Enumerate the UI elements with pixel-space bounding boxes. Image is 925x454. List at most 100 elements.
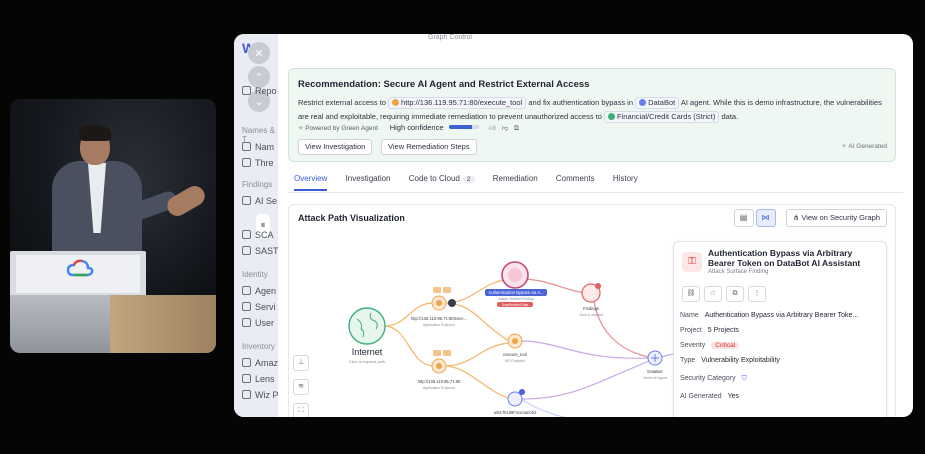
endpoint-icon (392, 99, 400, 106)
share-icon[interactable]: ⧉ (726, 286, 744, 302)
sparkle-icon: ✧ (298, 125, 304, 132)
svg-text:Click to expand: Click to expand (579, 313, 603, 317)
hierarchy-icon[interactable]: ⊥ (293, 355, 309, 371)
close-icon[interactable]: ✕ (248, 42, 270, 64)
svg-text:DataBot: DataBot (647, 369, 663, 374)
sidebar-item-users[interactable]: User (242, 318, 274, 328)
endpoint-chip[interactable]: http://136.119.95.71:80/execute_tool (388, 97, 527, 109)
finding-subtitle: Attack Surface Finding (708, 269, 769, 275)
svg-text:Attack Surface Finding: Attack Surface Finding (498, 297, 533, 301)
agent-chip[interactable]: DataBot (635, 97, 680, 109)
star-icon[interactable]: ☆ (704, 286, 722, 302)
sidebar-item-sast[interactable]: SAST (242, 246, 279, 256)
main-content: Graph Control Recommendation: Secure AI … (278, 34, 913, 417)
tab-overview[interactable]: Overview (294, 174, 328, 191)
sidebar-item-ai-security[interactable]: AI Se (242, 196, 277, 206)
chevron-up-icon[interactable]: ⌃ (248, 66, 270, 88)
list-icon (242, 142, 251, 151)
endpoint-node-2[interactable] (431, 350, 451, 374)
sidebar-item-services[interactable]: Servi (242, 302, 276, 312)
sidebar-section-inventory: Inventory (242, 342, 275, 351)
more-icon[interactable]: ⋮ (748, 286, 766, 302)
internet-node[interactable] (348, 307, 386, 345)
cloud-icon (242, 358, 251, 367)
sidebar-item-threats[interactable]: Thre (242, 158, 274, 168)
svg-text:Application Endpoint: Application Endpoint (423, 323, 455, 327)
finding-icon: ⚿ (682, 252, 702, 272)
viz-toolbar: ▤ ⋈ ⋔ View on Security Graph (732, 209, 887, 227)
finding-detail-card: ⚿ Authentication Bypass via Arbitrary Be… (673, 241, 887, 417)
svg-text:http://136.119.95.71:80: http://136.119.95.71:80 (418, 379, 461, 384)
row-name: Name Authentication Bypass via Arbitrary … (680, 312, 859, 319)
podium (10, 295, 216, 353)
recommendation-meta: ✧ Powered by Green Agent High confidence… (298, 123, 519, 132)
data-icon (608, 113, 616, 120)
table-view-icon[interactable]: ▤ (733, 209, 754, 227)
svg-text:API Endpoint: API Endpoint (505, 359, 525, 363)
row-security-category: Security Category ⛉ (680, 375, 747, 382)
finding-title: Authentication Bypass via Arbitrary Bear… (708, 248, 861, 268)
video-stage: W ✕ ⌃ ⌄ Repo Names & T Nam Thre Findings… (0, 0, 925, 454)
presenter-video (10, 99, 216, 353)
row-type: Type Vulnerability Exploitability (680, 357, 780, 364)
view-remediation-steps-button[interactable]: View Remediation Steps (381, 139, 477, 155)
fit-view-icon[interactable]: ⛶ (293, 403, 309, 417)
lens-icon (242, 374, 251, 383)
findings-node[interactable] (581, 283, 601, 303)
sidebar-item-lens[interactable]: Lens (242, 374, 275, 384)
severity-badge: Critical (711, 342, 740, 349)
view-investigation-button[interactable]: View Investigation (298, 139, 373, 155)
tab-remediation[interactable]: Remediation (493, 174, 538, 189)
svg-text:execute_tool: execute_tool (503, 352, 527, 357)
sidebar-section-identity: Identity (242, 270, 268, 279)
svg-text:http://136.119.95.71:80/exec..: http://136.119.95.71:80/exec... (411, 316, 467, 321)
svg-text:Application Endpoint: Application Endpoint (423, 386, 455, 390)
confidence-bar (449, 125, 480, 129)
sidebar-item-nam[interactable]: Nam (242, 142, 274, 152)
tab-comments[interactable]: Comments (556, 174, 595, 189)
card-actions: ⛓ ☆ ⧉ ⋮ (682, 282, 770, 302)
svg-text:Findings: Findings (583, 306, 599, 311)
copy-icon[interactable]: ⧉ (514, 125, 519, 132)
sidebar-item-amazon[interactable]: Amaz (242, 358, 278, 368)
data-asset-chip[interactable]: Financial/Credit Cards (Strict) (604, 111, 720, 123)
wiz-icon (242, 390, 251, 399)
scenario-node[interactable] (507, 389, 525, 407)
row-ai-generated: AI Generated Yes (680, 393, 740, 400)
sidebar: W ✕ ⌃ ⌄ Repo Names & T Nam Thre Findings… (234, 34, 279, 417)
graph-view-icon[interactable]: ⋈ (755, 209, 776, 227)
view-security-graph-button[interactable]: ⋔ View on Security Graph (785, 209, 887, 227)
tab-bar: Overview Investigation Code to Cloud 2 Re… (294, 174, 654, 191)
sidebar-item-agents[interactable]: Agen (242, 286, 276, 296)
recommendation-panel: Recommendation: Secure AI Agent and Rest… (288, 68, 896, 162)
row-severity: Severity Critical (680, 342, 740, 349)
svg-text:ai03-f0169f-scenario02: ai03-f0169f-scenario02 (494, 410, 538, 415)
ai-icon (242, 196, 251, 205)
tab-history[interactable]: History (613, 174, 638, 189)
svg-text:Authentication Bypass via A...: Authentication Bypass via A... (488, 290, 543, 295)
thumbs-down-icon[interactable]: 👎︎ (502, 125, 509, 132)
svg-text:Unauthorized Data: Unauthorized Data (502, 303, 529, 307)
tab-code-to-cloud[interactable]: Code to Cloud 2 (409, 174, 475, 189)
attack-path-title: Attack Path Visualization (298, 213, 405, 223)
link-icon[interactable]: ⛓ (682, 286, 700, 302)
databot-node[interactable] (647, 350, 663, 366)
sidebar-item-repo[interactable]: Repo (242, 86, 277, 96)
threat-icon (242, 158, 251, 167)
sidebar-section-findings: Findings (242, 180, 273, 189)
attack-path-panel: Attack Path Visualization ▤ ⋈ ⋔ View on S… (288, 204, 896, 417)
thumbs-up-icon[interactable]: 👍︎ (489, 125, 496, 132)
agent-icon (242, 286, 251, 295)
execute-tool-node[interactable] (507, 333, 523, 349)
podium-monitor (10, 251, 146, 297)
endpoint-node-1[interactable] (431, 287, 456, 311)
svg-text:Click to expand path: Click to expand path (349, 359, 385, 364)
sidebar-item-sca[interactable]: SCA (242, 230, 274, 240)
layers-icon[interactable]: ≋ (293, 379, 309, 395)
breadcrumb: Graph Control (428, 34, 472, 41)
row-project: Project 5 Projects (680, 327, 739, 334)
tab-investigation[interactable]: Investigation (346, 174, 391, 189)
sidebar-item-wiz-p[interactable]: Wiz P (242, 390, 279, 400)
app-window: W ✕ ⌃ ⌄ Repo Names & T Nam Thre Findings… (234, 34, 913, 417)
category-icon: ⛉ (741, 375, 747, 382)
